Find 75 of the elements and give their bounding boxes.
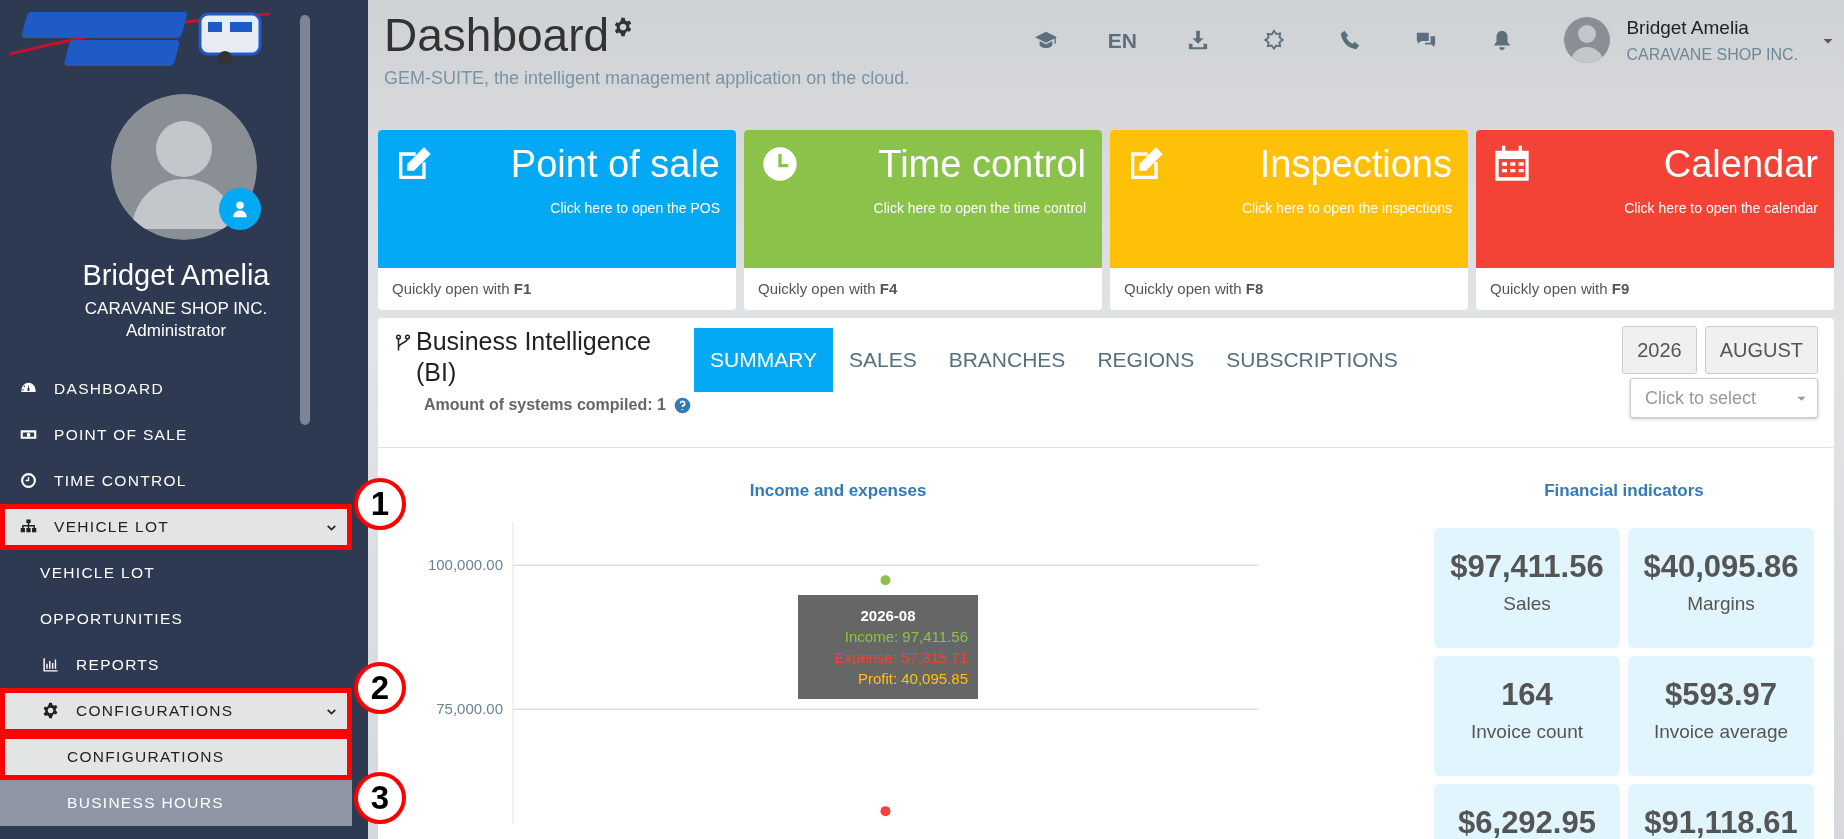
bi-tab[interactable]: REGIONS xyxy=(1081,328,1211,392)
callout-number: 1 xyxy=(354,477,406,530)
clock-icon xyxy=(760,144,800,184)
bar-chart-icon xyxy=(41,656,59,674)
menu-item[interactable]: VEHICLE LOT xyxy=(0,503,352,550)
indicator-label: Margins xyxy=(1686,592,1756,616)
language-button[interactable]: EN xyxy=(1092,20,1153,61)
callout-number: 2 xyxy=(354,661,406,714)
user-icon xyxy=(231,200,249,218)
branch-icon xyxy=(394,331,412,354)
indicator-label: Invoice count xyxy=(1470,720,1584,744)
axis-tick-label: 100,000.00 xyxy=(427,555,503,573)
shortcut-hint: Quickly open with F9 xyxy=(1489,279,1631,299)
bi-tab[interactable]: SALES xyxy=(832,328,933,392)
menu-item[interactable]: CONFIGURATIONS xyxy=(0,733,352,780)
user-role: Administrator xyxy=(124,319,228,342)
section-title: Business Intelligence (BI) xyxy=(416,326,652,389)
shortcut-tile[interactable]: Point of sale Click here to open the POS Quickly open with F1 xyxy=(378,130,736,310)
axis-tick-label: 75,000.00 xyxy=(436,699,503,717)
gear-icon xyxy=(613,16,634,37)
menu-item[interactable]: POINT OF SALE xyxy=(0,411,352,458)
year-button[interactable]: 2026 xyxy=(1622,326,1697,374)
menu-item[interactable]: OPPORTUNITIES xyxy=(0,595,352,642)
indicator-value: $91,118.61 xyxy=(1643,803,1799,839)
tooltip-line: Income: 97,411.56 xyxy=(844,627,968,645)
indicator-label: Invoice average xyxy=(1652,720,1790,744)
tile-title: Time control xyxy=(877,144,1086,186)
indicator-value: $97,411.56 xyxy=(1449,547,1605,586)
menu-item[interactable]: REPORTS xyxy=(0,641,352,688)
clock-icon xyxy=(19,472,37,490)
month-button[interactable]: AUGUST xyxy=(1704,326,1818,374)
calendar-icon xyxy=(1492,144,1532,184)
indicator-value: 164 xyxy=(1500,675,1554,714)
shortcut-tile[interactable]: Calendar Click here to open the calendar Quickly open with F9 xyxy=(1476,130,1834,310)
page-subtitle: GEM-SUITE, the intelligent management application on the cloud. xyxy=(384,66,910,90)
compiled-count: Amount of systems compiled: 1 xyxy=(424,394,666,415)
shortcut-tile[interactable]: Inspections Click here to open the inspections Quickly open with F8 xyxy=(1110,130,1468,310)
shortcut-hint: Quickly open with F8 xyxy=(1123,279,1265,299)
menu-item[interactable]: CONFIGURATIONS xyxy=(0,687,352,734)
callout-number: 3 xyxy=(354,771,406,824)
menu-item[interactable]: VEHICLE LOT xyxy=(0,549,352,596)
menu-item[interactable]: DASHBOARD xyxy=(0,365,352,412)
user-name: Bridget Amelia xyxy=(1626,16,1750,40)
gear-icon xyxy=(41,702,59,720)
menu-item[interactable]: TIME CONTROL xyxy=(0,457,352,504)
tile-subtitle: Click here to open the calendar xyxy=(1624,198,1818,218)
indicator-value: $593.97 xyxy=(1663,675,1779,714)
help-icon[interactable] xyxy=(673,396,691,414)
tooltip-line: Profit: 40,095.85 xyxy=(857,669,968,687)
tile-subtitle: Click here to open the time control xyxy=(873,198,1086,218)
indicator-label: Sales xyxy=(1502,592,1552,616)
phone-icon xyxy=(1339,29,1362,52)
indicators-title: Financial indicators xyxy=(1543,480,1705,502)
company-name: CARAVANE SHOP INC. xyxy=(83,297,269,320)
shortcut-hint: Quickly open with F1 xyxy=(391,279,533,299)
tooltip-line: Expense: 57,315.71 xyxy=(834,648,968,666)
page-title: Dashboard xyxy=(384,10,610,61)
shortcut-tile[interactable]: Time control Click here to open the time control Quickly open with F4 xyxy=(744,130,1102,310)
user-name: Bridget Amelia xyxy=(81,258,271,293)
chart-title: Income and expenses xyxy=(748,480,928,502)
scrollbar[interactable] xyxy=(300,15,310,425)
profile-badge[interactable] xyxy=(219,188,261,230)
tile-subtitle: Click here to open the inspections xyxy=(1241,198,1452,218)
download-icon xyxy=(1187,29,1210,52)
tooltip-title: 2026-08 xyxy=(860,606,916,624)
tile-title: Inspections xyxy=(1258,144,1452,186)
bi-tab[interactable]: BRANCHES xyxy=(932,328,1082,392)
company-name: CARAVANE SHOP INC. xyxy=(1626,44,1798,65)
tile-title: Point of sale xyxy=(510,144,720,186)
tile-title: Calendar xyxy=(1662,144,1818,186)
bi-tab[interactable]: SUBSCRIPTIONS xyxy=(1210,328,1414,392)
indicator-value: $6,292.95 xyxy=(1457,803,1597,839)
shortcut-hint: Quickly open with F4 xyxy=(757,279,899,299)
indicator-value: $40,095.86 xyxy=(1642,547,1800,586)
tile-subtitle: Click here to open the POS xyxy=(549,198,720,218)
